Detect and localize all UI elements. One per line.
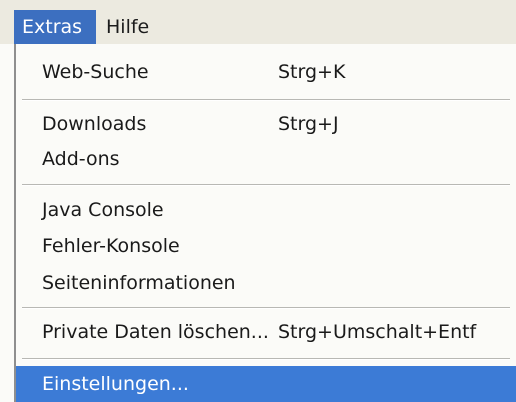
menubar-hilfe[interactable]: Hilfe [98, 10, 158, 44]
extras-dropdown-menu: Web-Suche Strg+K Downloads Strg+J Add-on… [14, 44, 516, 402]
menu-item-shortcut: Strg+Umschalt+Entf [278, 321, 477, 343]
menu-item-label: Downloads [42, 113, 147, 135]
menu-bar: Extras Hilfe [0, 0, 516, 44]
menu-item-label: Fehler-Konsole [42, 235, 180, 257]
firefox-menu-screenshot: Extras Hilfe Web-Suche Strg+K Downloads … [0, 0, 516, 402]
menu-item-label: Web-Suche [42, 61, 149, 83]
menu-separator [22, 99, 510, 101]
menu-item-java-console[interactable]: Java Console [16, 192, 516, 228]
menu-item-fehler-konsole[interactable]: Fehler-Konsole [16, 228, 516, 264]
menu-separator [22, 358, 510, 360]
menu-separator [22, 184, 510, 186]
menu-item-label: Java Console [42, 199, 164, 221]
menu-item-label: Seiteninformationen [42, 272, 236, 294]
menu-separator [22, 307, 510, 309]
menu-item-web-suche[interactable]: Web-Suche Strg+K [16, 54, 516, 90]
menu-item-private-daten-loeschen[interactable]: Private Daten löschen... Strg+Umschalt+E… [16, 314, 516, 350]
menu-item-seiteninformationen[interactable]: Seiteninformationen [16, 265, 516, 301]
menu-item-label: Einstellungen... [42, 373, 189, 395]
menu-item-downloads[interactable]: Downloads Strg+J [16, 106, 516, 142]
menu-item-add-ons[interactable]: Add-ons [16, 141, 516, 177]
menu-item-shortcut: Strg+K [278, 61, 346, 83]
menubar-extras[interactable]: Extras [14, 10, 96, 44]
menu-item-einstellungen[interactable]: Einstellungen... [16, 366, 516, 402]
menu-item-label: Add-ons [42, 148, 120, 170]
menu-item-label: Private Daten löschen... [42, 321, 269, 343]
menu-item-shortcut: Strg+J [278, 113, 339, 135]
